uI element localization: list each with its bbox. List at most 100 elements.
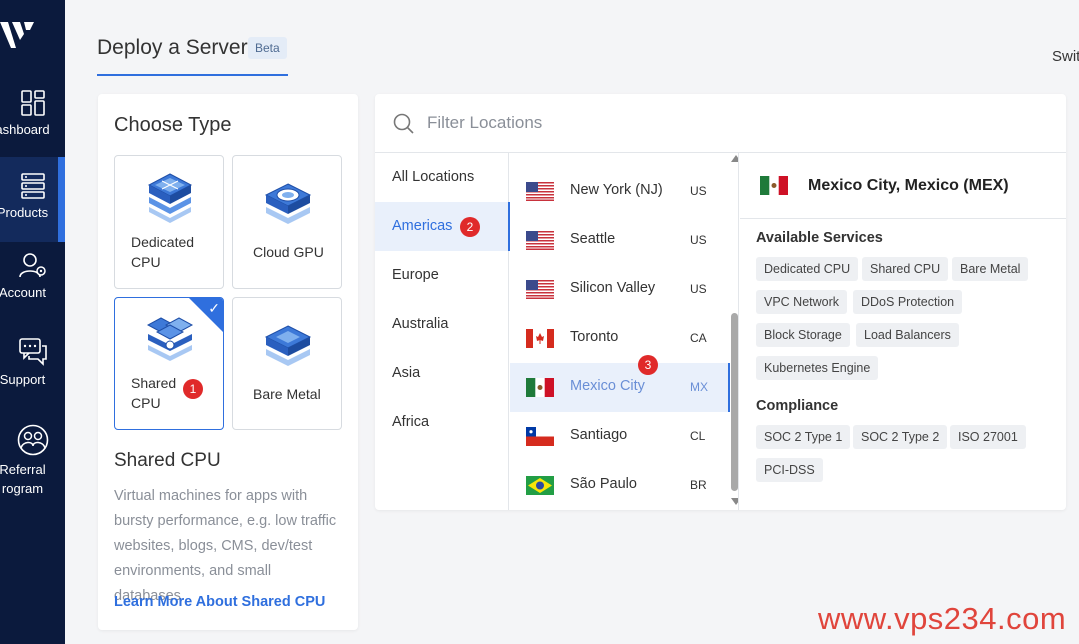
choose-type-heading: Choose Type [114,114,232,136]
selected-type-description: Virtual machines for apps with bursty pe… [114,488,337,604]
step-badge: 2 [460,217,480,237]
compliance-tag: SOC 2 Type 2 [853,425,948,449]
region-label: Asia [392,365,421,381]
country-code: US [690,233,707,247]
sidebar-item-support[interactable]: Support [0,338,65,398]
service-tag: Shared CPU [862,257,949,281]
tile-label: Shared CPU [131,375,177,411]
country-code: MX [690,380,708,394]
filter-locations-input[interactable] [427,108,1027,138]
city-item[interactable]: New York (NJ) US [510,167,730,216]
region-europe[interactable]: Europe [375,251,509,300]
cloud-gpu-icon [264,183,312,224]
city-item[interactable]: Silicon Valley US [510,265,730,314]
service-tag: Kubernetes Engine [756,356,879,380]
locations-card: All Locations Americas 2 Europe Australia… [375,94,1066,510]
vultr-logo[interactable] [0,18,36,52]
us-flag-icon [526,182,554,201]
choose-type-card: Choose Type Dedicated CPU Cloud GPU Shar… [98,94,358,630]
service-tag: Bare Metal [952,257,1029,281]
beta-badge: Beta [248,37,287,59]
type-tile-cloud-gpu[interactable]: Cloud GPU [232,155,342,289]
selected-type-title: Shared CPU [114,450,221,471]
country-code: CL [690,429,706,443]
city-list-scrollbar[interactable] [730,153,738,510]
filter-row [375,94,1066,153]
search-icon [393,113,414,134]
city-name: Mexico City [570,378,645,394]
server-stack-icon [20,173,45,199]
country-code: US [690,184,707,198]
city-name: New York (NJ) [570,182,663,198]
us-flag-icon [526,280,554,299]
service-tag: DDoS Protection [853,290,963,314]
br-flag-icon [526,476,554,495]
city-name: Seattle [570,231,616,247]
location-detail: Mexico City, Mexico (MEX) Available Serv… [740,153,1066,510]
city-item[interactable]: Seattle US [510,216,730,265]
city-name: São Paulo [570,476,637,492]
check-icon: ✓ [208,300,220,316]
region-all-locations[interactable]: All Locations [375,153,509,202]
compliance-title: Compliance [756,398,839,414]
user-gear-icon [18,253,46,278]
city-name: Santiago [570,427,628,443]
available-services-title: Available Services [756,230,883,246]
scroll-down-arrow[interactable] [731,498,738,505]
sidebar-item-label: Products [0,205,49,220]
compliance-tag: PCI-DSS [756,458,823,482]
city-name: Toronto [570,329,619,345]
type-tile-dedicated-cpu[interactable]: Dedicated CPU [114,155,224,289]
region-asia[interactable]: Asia [375,349,509,398]
sidebar-item-referral[interactable]: Referral rogram [0,424,65,504]
chat-icon [18,338,47,366]
service-tag: Block Storage [756,323,850,347]
tile-label: Cloud GPU [253,244,324,260]
scroll-thumb[interactable] [731,313,738,491]
region-africa[interactable]: Africa [375,398,509,447]
tile-label: Bare Metal [253,386,321,402]
learn-more-link[interactable]: Learn More About Shared CPU [114,594,325,610]
city-item[interactable]: Toronto CA [510,314,730,363]
location-detail-header: Mexico City, Mexico (MEX) [740,153,1066,219]
country-code: CA [690,331,707,345]
type-tile-shared-cpu[interactable]: Shared CPU 1 ✓ [114,297,224,430]
country-code: BR [690,478,707,492]
mx-flag-icon [760,176,788,195]
region-label: Africa [392,414,430,430]
step-badge: 3 [638,355,658,375]
cl-flag-icon [526,427,554,446]
referral-icon [17,424,48,456]
region-list: All Locations Americas 2 Europe Australia… [375,153,510,510]
tile-label: Dedicated CPU [131,234,195,270]
region-label: Europe [392,267,439,283]
service-tag: VPC Network [756,290,848,314]
dedicated-cpu-icon [147,173,193,223]
step-badge: 1 [183,379,203,399]
sidebar-item-dashboard[interactable]: ashboard [0,90,65,152]
city-name: Silicon Valley [570,280,656,296]
mx-flag-icon [526,378,554,397]
service-tag: Load Balancers [856,323,959,347]
page-title: Deploy a Server [97,36,248,59]
watermark: www.vps234.com [818,601,1067,636]
compliance-tag: ISO 27001 [950,425,1026,449]
sidebar-item-label: ashboard [0,122,50,137]
type-tile-bare-metal[interactable]: Bare Metal [232,297,342,430]
region-label: Americas [392,218,453,234]
sidebar-item-label: Referral [0,462,46,477]
service-tag: Dedicated CPU [756,257,859,281]
region-americas[interactable]: Americas 2 [375,202,510,251]
sidebar-item-label: Support [0,372,46,387]
city-item[interactable]: São Paulo BR [510,461,730,510]
city-item-selected[interactable]: Mexico City MX 3 [510,355,730,412]
scroll-up-arrow[interactable] [731,155,738,162]
compliance-tag: SOC 2 Type 1 [756,425,851,449]
region-australia[interactable]: Australia [375,300,509,349]
sidebar-item-products[interactable]: Products [0,157,65,242]
city-list: New York (NJ) US Seattle US Silicon Vall… [510,153,739,510]
region-label: All Locations [392,169,475,185]
sidebar-item-account[interactable]: Account [0,253,65,313]
city-item[interactable]: Santiago CL [510,412,730,461]
switch-link[interactable]: Swit [1052,48,1079,65]
